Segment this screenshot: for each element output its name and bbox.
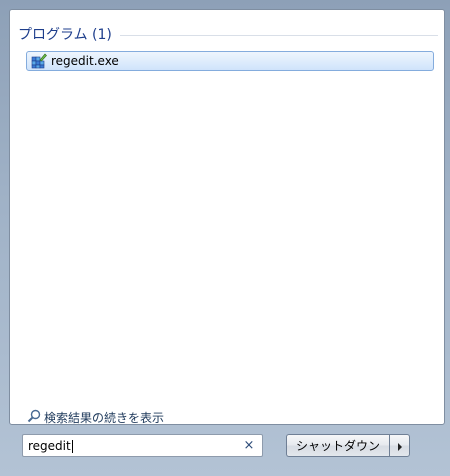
search-input-value[interactable]: regedit [28,439,240,453]
search-results-panel: プログラム (1) regedit.exe 検索結果の続きを表示 [9,9,445,425]
text-caret [71,439,73,453]
registry-editor-icon [30,52,48,70]
section-divider [119,34,438,36]
result-item-label: regedit.exe [51,54,119,68]
search-input[interactable]: regedit × [22,434,263,457]
shutdown-control: シャットダウン [286,434,411,457]
clear-search-button[interactable]: × [240,438,258,453]
shutdown-button[interactable]: シャットダウン [286,434,390,457]
arrow-right-icon [397,436,403,455]
see-more-label: 検索結果の続きを表示 [44,410,165,425]
shutdown-options-button[interactable] [389,434,411,457]
see-more-results-link[interactable]: 検索結果の続きを表示 [27,408,164,426]
programs-section-header: プログラム (1) [18,24,438,44]
magnifier-icon [27,408,41,427]
start-menu: プログラム (1) regedit.exe 検索結果の続きを表示 regedit… [0,0,450,476]
result-item-regedit[interactable]: regedit.exe [26,51,434,71]
programs-section-title[interactable]: プログラム (1) [18,24,112,44]
